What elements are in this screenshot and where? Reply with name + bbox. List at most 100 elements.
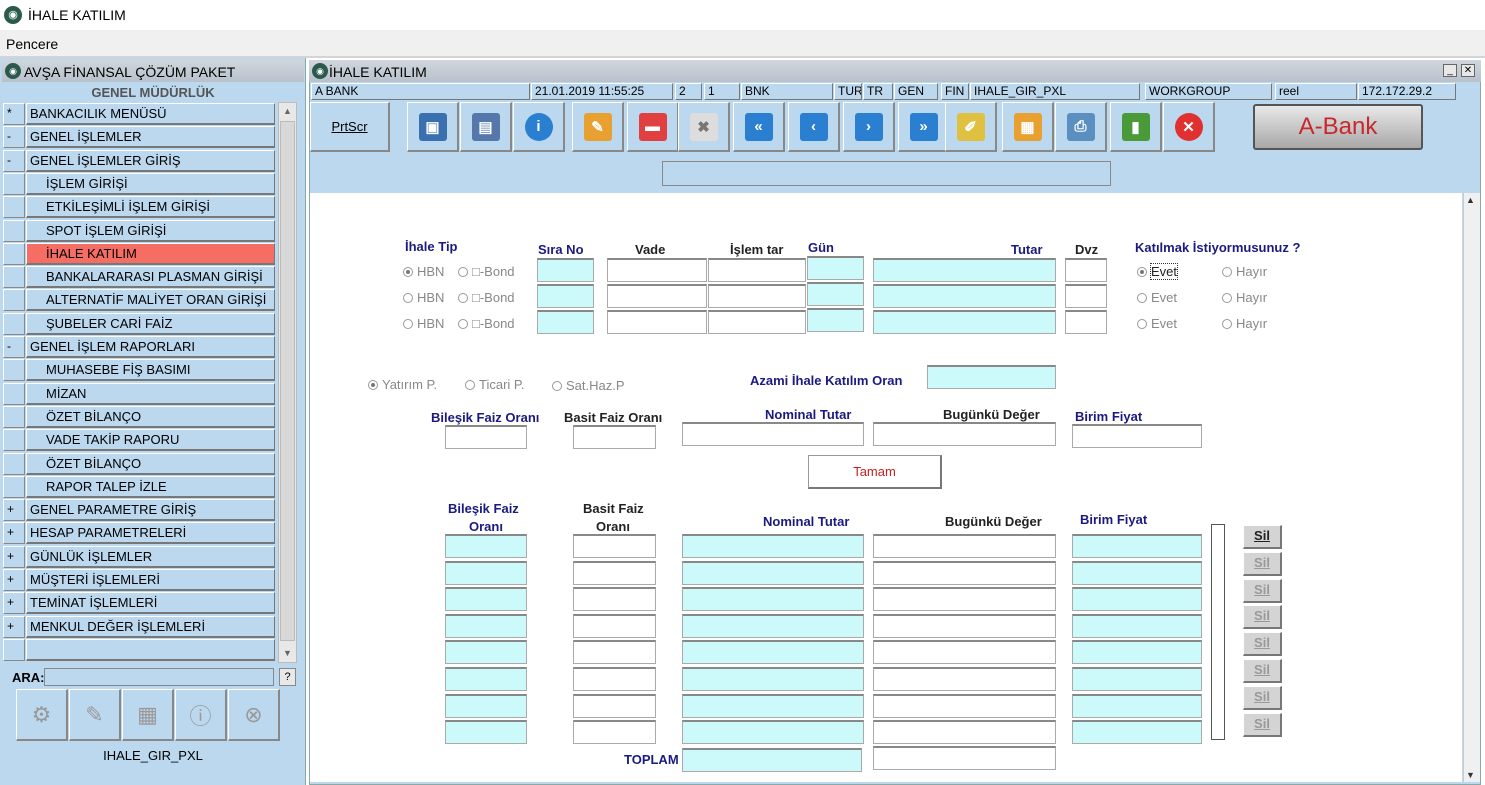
bilesik-cell[interactable]: [445, 640, 527, 665]
info-toolbar-button[interactable]: i: [513, 102, 565, 152]
tree-marker[interactable]: [3, 242, 25, 265]
nav-item[interactable]: - GENEL İŞLEMLER: [3, 126, 275, 149]
edit-record-button[interactable]: ✎: [572, 102, 624, 152]
vade-input[interactable]: [607, 284, 707, 308]
nav-item[interactable]: * BANKACILIK MENÜSÜ: [3, 103, 275, 125]
sira-no-input[interactable]: [537, 310, 594, 334]
birim-input[interactable]: [1072, 424, 1202, 448]
bilesik-input[interactable]: [445, 425, 527, 449]
tree-marker[interactable]: +: [3, 545, 25, 568]
radio-hbn[interactable]: HBN: [403, 264, 444, 279]
nominal-cell[interactable]: [682, 667, 864, 691]
nominal-cell[interactable]: [682, 613, 864, 638]
book-button[interactable]: ▮: [1110, 102, 1162, 152]
nav-item[interactable]: VADE TAKİP RAPORU: [3, 429, 275, 452]
clear-button[interactable]: ✐: [945, 102, 997, 152]
basit-cell[interactable]: [573, 667, 656, 691]
bilesik-cell[interactable]: [445, 613, 527, 638]
islem-tar-input[interactable]: [708, 258, 806, 282]
basit-cell[interactable]: [573, 613, 656, 638]
gun-input[interactable]: [807, 256, 864, 280]
birim-cell[interactable]: [1072, 640, 1202, 665]
sil-button[interactable]: Sil: [1243, 605, 1282, 630]
bugunku-cell[interactable]: [873, 560, 1056, 585]
islem-tar-input[interactable]: [708, 284, 806, 308]
radio-bond[interactable]: □-Bond: [458, 290, 515, 305]
bilesik-cell[interactable]: [445, 587, 527, 612]
tree-marker[interactable]: [3, 289, 25, 312]
calendar-toolbar-button[interactable]: ▦: [1002, 102, 1054, 152]
basit-cell[interactable]: [573, 560, 656, 585]
tree-marker[interactable]: [3, 429, 25, 452]
radio-yatirim[interactable]: Yatırım P.: [368, 377, 437, 392]
tree-marker[interactable]: [3, 266, 25, 289]
nav-item[interactable]: SPOT İŞLEM GİRİŞİ: [3, 219, 275, 242]
bilesik-cell[interactable]: [445, 534, 527, 558]
radio-bond[interactable]: □-Bond: [458, 316, 515, 331]
nav-item[interactable]: + MENKUL DEĞER İŞLEMLERİ: [3, 615, 275, 638]
sira-no-input[interactable]: [537, 284, 594, 308]
scroll-up-icon[interactable]: ▲: [1466, 195, 1475, 205]
menu-pencere[interactable]: Pencere: [6, 36, 58, 52]
tree-marker[interactable]: [3, 475, 25, 498]
tree-marker[interactable]: [3, 196, 25, 219]
tree-marker[interactable]: [3, 452, 25, 475]
search-help-button[interactable]: ?: [279, 668, 296, 686]
tree-marker[interactable]: +: [3, 569, 25, 591]
radio-hayir[interactable]: Hayır: [1222, 264, 1267, 279]
nav-item[interactable]: + HESAP PARAMETRELERİ: [3, 522, 275, 545]
bugunku-cell[interactable]: [873, 587, 1056, 612]
bugunku-cell[interactable]: [873, 720, 1056, 745]
gun-input[interactable]: [807, 308, 864, 332]
nav-item[interactable]: ÖZET BİLANÇO: [3, 452, 275, 475]
basit-cell[interactable]: [573, 587, 656, 612]
radio-evet[interactable]: Evet: [1137, 290, 1177, 305]
basit-cell[interactable]: [573, 640, 656, 665]
next-record-button[interactable]: ›: [843, 102, 895, 152]
radio-bond[interactable]: □-Bond: [458, 264, 515, 279]
save-button[interactable]: ▣: [407, 102, 459, 152]
nominal-input[interactable]: [682, 422, 864, 446]
birim-cell[interactable]: [1072, 720, 1202, 745]
tutar-input[interactable]: [873, 310, 1056, 334]
nav-item[interactable]: [3, 638, 275, 661]
bilesik-cell[interactable]: [445, 720, 527, 745]
radio-ticari[interactable]: Ticari P.: [465, 377, 525, 392]
detail-scrollbar[interactable]: [1211, 524, 1225, 740]
nav-item[interactable]: ÖZET BİLANÇO: [3, 405, 275, 428]
form-scrollbar[interactable]: ▲ ▼: [1463, 193, 1480, 782]
tree-marker[interactable]: +: [3, 522, 25, 545]
tutar-input[interactable]: [873, 258, 1056, 282]
bugunku-cell[interactable]: [873, 693, 1056, 718]
list-button[interactable]: ▤: [460, 102, 512, 152]
prev-record-button[interactable]: ‹: [788, 102, 840, 152]
nominal-cell[interactable]: [682, 587, 864, 612]
dvz-input[interactable]: [1065, 310, 1107, 334]
nav-item[interactable]: ŞUBELER CARİ FAİZ: [3, 312, 275, 335]
info-button[interactable]: ⓘ: [175, 689, 227, 741]
nominal-cell[interactable]: [682, 560, 864, 585]
scroll-up-icon[interactable]: ▲: [280, 104, 295, 119]
nav-item[interactable]: + MÜŞTERİ İŞLEMLERİ: [3, 569, 275, 591]
tamam-button[interactable]: Tamam: [808, 455, 942, 489]
radio-hbn[interactable]: HBN: [403, 290, 444, 305]
tree-marker[interactable]: +: [3, 615, 25, 638]
islem-tar-input[interactable]: [708, 310, 806, 334]
basit-cell[interactable]: [573, 720, 656, 745]
basit-input[interactable]: [573, 425, 656, 449]
scroll-down-icon[interactable]: ▼: [280, 646, 295, 661]
bugunku-cell[interactable]: [873, 640, 1056, 665]
tree-marker[interactable]: -: [3, 336, 25, 358]
sil-button[interactable]: Sil: [1243, 659, 1282, 683]
bilesik-cell[interactable]: [445, 560, 527, 585]
sil-button[interactable]: Sil: [1243, 525, 1282, 549]
minimize-icon[interactable]: _: [1443, 64, 1457, 77]
dvz-input[interactable]: [1065, 258, 1107, 282]
tutar-input[interactable]: [873, 284, 1056, 308]
scroll-thumb[interactable]: [280, 121, 295, 641]
birim-cell[interactable]: [1072, 534, 1202, 558]
tree-marker[interactable]: [3, 405, 25, 428]
tree-marker[interactable]: [3, 359, 25, 382]
print-button[interactable]: ⎙: [1055, 102, 1107, 152]
basit-cell[interactable]: [573, 693, 656, 718]
